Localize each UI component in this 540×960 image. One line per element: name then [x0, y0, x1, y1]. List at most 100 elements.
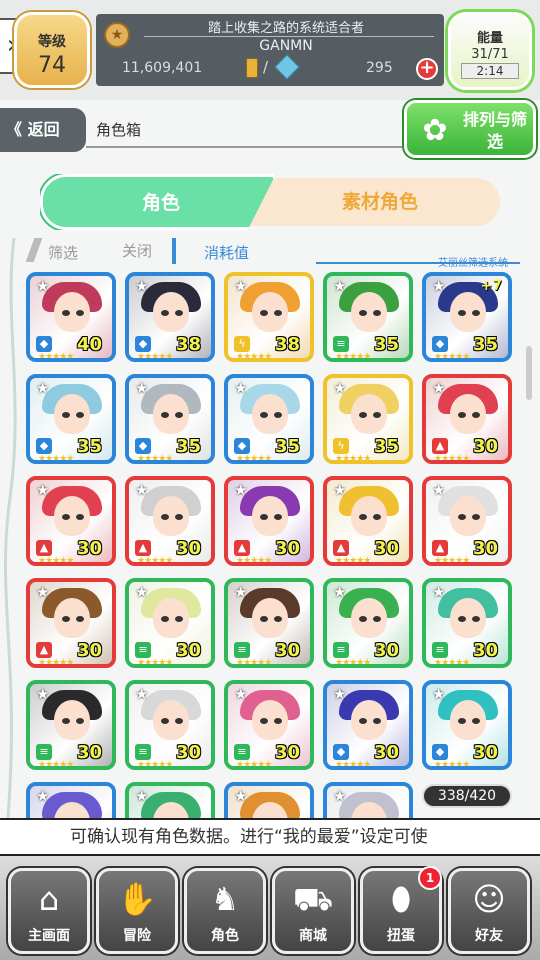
energy-timer: 2:14 — [461, 63, 519, 79]
character-card[interactable]: ★ — [323, 782, 413, 818]
sort-filter-button[interactable]: ✿ 排列与筛选 — [404, 100, 536, 158]
portrait-face — [153, 598, 189, 638]
fire-element-icon: ▲ — [432, 540, 448, 556]
character-card[interactable]: ★ ▲ ★★★★★ 30 — [323, 476, 413, 566]
rarity-stars-icon: ★★★★★ — [236, 352, 272, 362]
nav-home-button[interactable]: ⌂ 主画面 — [8, 868, 90, 954]
character-card[interactable]: ★ ▲ ★★★★★ 30 — [26, 476, 116, 566]
rarity-stars-icon: ★★★★★ — [38, 454, 74, 464]
portrait-face — [54, 496, 90, 536]
rarity-stars-icon: ★★★★★ — [137, 658, 173, 668]
star-icon: ★ — [432, 379, 446, 397]
character-card[interactable]: ★ ◆ ★★★★★ 35 — [224, 374, 314, 464]
rarity-stars-icon: ★★★★★ — [137, 760, 173, 770]
character-card[interactable]: ★ ◆ ★★★★★ 30 — [422, 680, 512, 770]
fire-element-icon: ▲ — [234, 540, 250, 556]
nav-character-button[interactable]: ♞ 角色 — [184, 868, 266, 954]
character-card[interactable]: ★ ▲ ★★★★★ 30 — [422, 476, 512, 566]
title-divider — [144, 36, 434, 37]
portrait-eye — [359, 412, 367, 418]
card-cost-value: 30 — [175, 742, 201, 763]
character-card[interactable]: ★ ◆ ★★★★★ 35 — [125, 374, 215, 464]
card-cost-value: 35 — [472, 334, 498, 355]
portrait-face — [252, 496, 288, 536]
character-card[interactable]: ★ ◆ ★★★★★ 35 — [26, 374, 116, 464]
nav-friends-label: 好友 — [475, 928, 503, 944]
character-card[interactable]: ★ ϟ ★★★★★ 35 — [323, 374, 413, 464]
character-card[interactable]: ★ ≡ ★★★★★ 30 — [125, 680, 215, 770]
character-card[interactable]: ★ — [125, 782, 215, 818]
rarity-stars-icon: ★★★★★ — [38, 556, 74, 566]
character-count: 338/420 — [422, 784, 512, 808]
star-icon: ★ — [333, 379, 347, 397]
portrait-eye — [359, 616, 367, 622]
character-card[interactable]: ★ ≡ ★★★★★ 30 — [323, 578, 413, 668]
portrait-eye — [274, 514, 282, 520]
nav-adventure-button[interactable]: ✋ 冒险 — [96, 868, 178, 954]
water-element-icon: ◆ — [234, 438, 250, 454]
character-card[interactable]: ★ ◆ ★★★★★ 38 — [125, 272, 215, 362]
tab-bar: 素材角色 角色 — [40, 174, 500, 230]
back-button[interactable]: 《 返回 — [0, 108, 86, 152]
fire-element-icon: ▲ — [36, 540, 52, 556]
filter-toggle[interactable]: 筛选 — [48, 242, 78, 263]
portrait-eye — [260, 310, 268, 316]
rarity-stars-icon: ★★★★★ — [137, 352, 173, 362]
portrait-face — [54, 292, 90, 332]
star-icon: ★ — [135, 787, 149, 805]
rarity-stars-icon: ★★★★★ — [434, 760, 470, 770]
back-button-label: 返回 — [27, 120, 60, 139]
portrait-face — [450, 496, 486, 536]
character-card[interactable]: ★ — [26, 782, 116, 818]
portrait-face — [54, 700, 90, 740]
level-box: 等级 74 — [14, 12, 90, 88]
character-card[interactable]: ★ — [224, 782, 314, 818]
portrait-eye — [458, 616, 466, 622]
tab-characters[interactable]: 角色 — [40, 174, 276, 230]
portrait-eye — [62, 718, 70, 724]
character-card[interactable]: ★ ≡ ★★★★★ 30 — [224, 578, 314, 668]
card-cost-value: 30 — [76, 640, 102, 661]
character-card[interactable]: ★ ≡ ★★★★★ 30 — [224, 680, 314, 770]
character-card[interactable]: ★ ϟ ★★★★★ 38 — [224, 272, 314, 362]
character-card[interactable]: ★ ▲ ★★★★★ 30 — [26, 578, 116, 668]
portrait-face — [153, 496, 189, 536]
tab-material-characters[interactable]: 素材角色 — [240, 178, 500, 226]
nav-shop-button[interactable]: ⛟ 商城 — [272, 868, 354, 954]
cart-icon: ⛟ — [292, 880, 334, 918]
character-card[interactable]: ★ ≡ ★★★★★ 30 — [125, 578, 215, 668]
portrait-eye — [274, 718, 282, 724]
star-icon: ★ — [333, 787, 347, 805]
thunder-element-icon: ϟ — [333, 438, 349, 454]
character-card[interactable]: ★ ≡ ★★★★★ 35 — [323, 272, 413, 362]
character-card[interactable]: ★ ▲ ★★★★★ 30 — [224, 476, 314, 566]
card-cost-value: 30 — [373, 640, 399, 661]
add-gems-button[interactable]: + — [416, 58, 438, 80]
character-card[interactable]: ★ ≡ ★★★★★ 30 — [422, 578, 512, 668]
portrait-face — [450, 700, 486, 740]
wind-element-icon: ≡ — [135, 744, 151, 760]
star-icon: ★ — [333, 481, 347, 499]
character-card[interactable]: ★ ◆ ★★★★★ 30 — [323, 680, 413, 770]
character-card[interactable]: ★ ◆ ★★★★★ 35 +7 — [422, 272, 512, 362]
character-card[interactable]: ★ ◆ ★★★★★ 40 — [26, 272, 116, 362]
nav-friends-button[interactable]: ☺ 好友 — [448, 868, 530, 954]
grid-scrollbar[interactable] — [526, 346, 532, 400]
wind-element-icon: ≡ — [234, 744, 250, 760]
home-icon: ⌂ — [38, 880, 60, 918]
filter-close[interactable]: 关闭 — [122, 240, 152, 261]
star-icon: ★ — [432, 277, 446, 295]
character-card[interactable]: ★ ▲ ★★★★★ 30 — [422, 374, 512, 464]
character-card[interactable]: ★ ≡ ★★★★★ 30 — [26, 680, 116, 770]
portrait-eye — [76, 514, 84, 520]
sort-by-cost[interactable]: 消耗值 — [172, 238, 322, 264]
wind-element-icon: ≡ — [333, 642, 349, 658]
tab-material-label: 素材角色 — [341, 191, 418, 213]
portrait-face — [450, 394, 486, 434]
character-card[interactable]: ★ ▲ ★★★★★ 30 — [125, 476, 215, 566]
rarity-stars-icon: ★★★★★ — [38, 658, 74, 668]
sort-by-cost-label: 消耗值 — [204, 244, 250, 262]
star-icon: ★ — [333, 685, 347, 703]
card-cost-value: 38 — [274, 334, 300, 355]
portrait-eye — [161, 718, 169, 724]
